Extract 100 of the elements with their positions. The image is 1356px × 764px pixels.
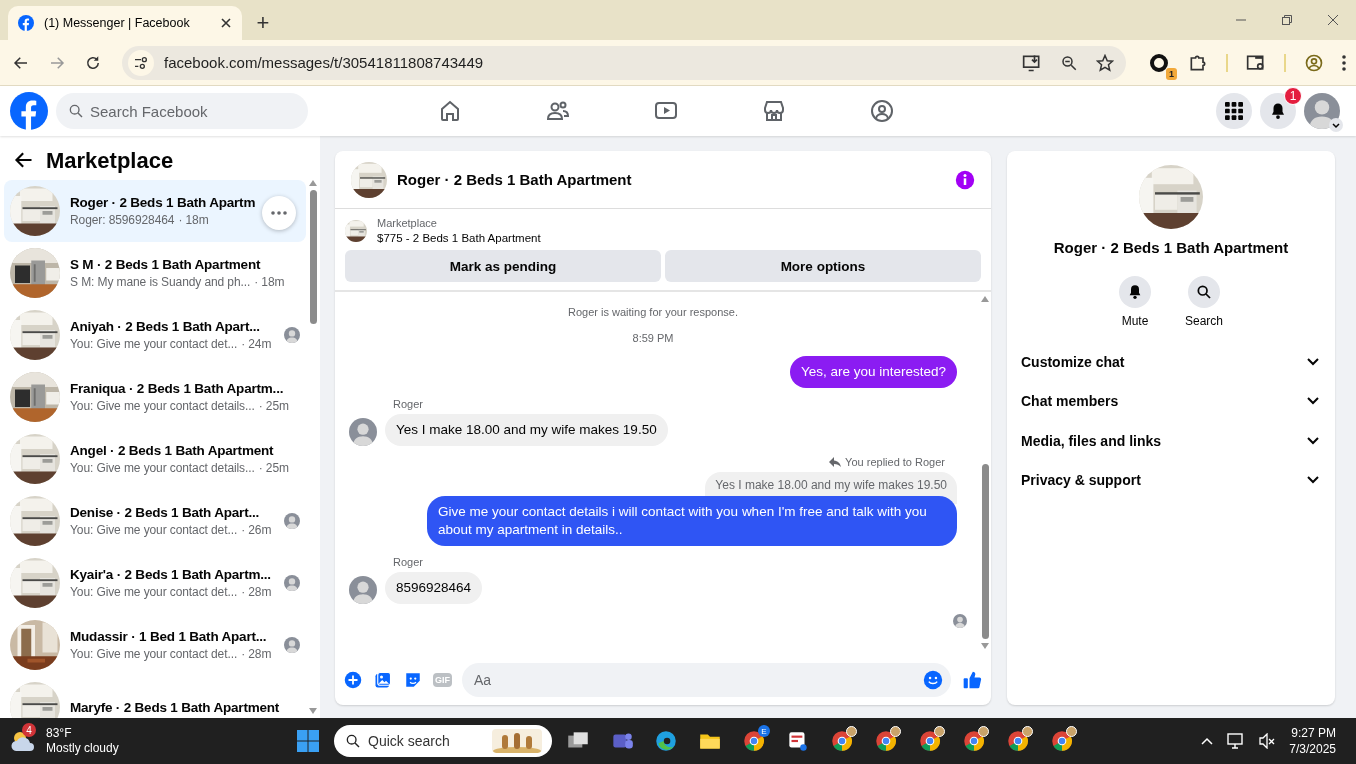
clock-date: 7/3/2025	[1289, 741, 1336, 757]
notification-badge: 1	[1284, 87, 1302, 105]
chevron-up-icon[interactable]	[1201, 737, 1214, 745]
conversation-name: Aniyah · 2 Beds 1 Bath Apart...	[70, 319, 261, 334]
sticker-button[interactable]	[403, 670, 423, 690]
sent-message: Yes, are you interested?	[789, 356, 957, 388]
more-icon	[271, 211, 287, 215]
seen-avatar	[284, 575, 300, 591]
message-time: · 28m	[241, 585, 272, 599]
message-timestamp: 8:59 PM	[632, 332, 674, 344]
thumbs-up-icon	[962, 670, 982, 690]
message-time: · 25m	[258, 399, 289, 413]
section-header[interactable]: Media, files and links	[1021, 421, 1321, 461]
scrollbar-thumb[interactable]	[309, 190, 317, 324]
message-preview: Roger: 8596928464	[70, 213, 175, 227]
conversation-name: Kyair'a · 2 Beds 1 Bath Apartm...	[70, 567, 272, 582]
facebook-logo-icon	[18, 15, 34, 31]
conversation-item[interactable]: Franiqua · 2 Beds 1 Bath Apartm... You: Give me your contact details... · 25m	[4, 366, 306, 428]
conversation-name: Denise · 2 Beds 1 Bath Apart...	[70, 505, 261, 520]
received-message: Yes I make 18.00 and my wife makes 19.50	[385, 414, 668, 446]
listing-action-button[interactable]: More options	[665, 250, 981, 282]
sticker-icon	[404, 671, 422, 689]
listing-action-button[interactable]: Mark as pending	[345, 250, 661, 282]
browser-icon	[653, 728, 679, 754]
conversation-item[interactable]: Kyair'a · 2 Beds 1 Bath Apartm... You: Give me your contact det... · 28m	[4, 552, 306, 614]
photo-button[interactable]	[373, 670, 393, 690]
action-button[interactable]	[1188, 276, 1220, 308]
section-header[interactable]: Privacy & support	[1021, 460, 1321, 500]
plus-icon	[344, 671, 362, 689]
search-icon	[345, 733, 361, 749]
bell-icon	[1127, 284, 1143, 300]
message-preview: S M: My mane is Suandy and ph...	[70, 275, 251, 289]
avatar	[349, 576, 377, 604]
like-button[interactable]	[961, 670, 983, 690]
extension-button[interactable]	[1148, 51, 1170, 74]
seen-avatar	[284, 327, 300, 343]
seen-avatar	[284, 513, 300, 529]
conversation-item[interactable]: Roger · 2 Beds 1 Bath Apartm Roger: 8596928464 · 18m	[4, 180, 306, 242]
browser-icon	[873, 728, 899, 754]
people-icon	[546, 99, 570, 123]
site-settings-icon	[133, 54, 149, 71]
notifications-button[interactable]	[1260, 93, 1296, 129]
star-icon[interactable]	[1096, 53, 1114, 72]
more-button[interactable]	[262, 196, 296, 230]
contact-title: Roger · 2 Beds 1 Bath Apartment	[1053, 239, 1289, 256]
search-icon	[68, 103, 84, 119]
image-icon	[374, 671, 392, 689]
zoom-out-icon[interactable]	[1060, 53, 1078, 72]
bell-icon	[1269, 102, 1287, 120]
browser-icon	[1049, 728, 1075, 754]
clock-time: 9:27 PM	[1291, 725, 1336, 741]
profile-badge	[1066, 726, 1077, 737]
close-icon	[1327, 14, 1339, 26]
emoji-icon[interactable]	[923, 670, 943, 690]
url-text: facebook.com/messages/t/30541811808743449	[164, 54, 485, 71]
menu-button[interactable]	[1216, 93, 1252, 129]
taskbar-app[interactable]: E	[736, 723, 772, 759]
conversation-item[interactable]: Aniyah · 2 Beds 1 Bath Apart... You: Give me your contact det... · 24m	[4, 304, 306, 366]
browser-icon	[961, 728, 987, 754]
chevron-down-icon	[1329, 118, 1343, 132]
reply-label: You replied to Roger	[845, 456, 945, 468]
add-button[interactable]	[343, 670, 363, 690]
conversation-item[interactable]: Mudassir · 1 Bed 1 Bath Apart... You: Give me your contact det... · 28m	[4, 614, 306, 676]
close-icon[interactable]	[220, 17, 232, 29]
conversation-name: Maryfe · 2 Beds 1 Bath Apartment	[70, 699, 281, 715]
message-preview: You: Give me your contact det...	[70, 337, 238, 351]
listing-label: Marketplace	[377, 217, 438, 229]
section-header[interactable]: Chat members	[1021, 381, 1321, 421]
new-tab-button[interactable]: +	[248, 8, 278, 38]
weather-condition: Mostly cloudy	[46, 741, 119, 756]
restore-icon	[1281, 14, 1293, 26]
browser-tab[interactable]: (1) Messenger | Facebook	[8, 6, 242, 40]
more-vertical-icon[interactable]	[1342, 53, 1346, 72]
profile-badge	[978, 726, 989, 737]
message-time: · 18m	[254, 275, 285, 289]
message-preview: You: Give me your contact details...	[70, 461, 255, 475]
speaker-muted-icon[interactable]	[1259, 733, 1276, 749]
extension-badge: 1	[1166, 67, 1177, 80]
scrollbar-thumb[interactable]	[981, 464, 989, 639]
conversation-name: S M · 2 Beds 1 Bath Apartment	[70, 257, 262, 272]
address-bar[interactable]: facebook.com/messages/t/30541811808743449	[122, 45, 1126, 80]
groups-icon	[870, 99, 894, 123]
conversation-item[interactable]: S M · 2 Beds 1 Bath Apartment S M: My mane is Suandy and ph... · 18m	[4, 242, 306, 304]
message-field[interactable]: Aa	[462, 663, 951, 697]
action-button[interactable]	[1119, 276, 1151, 308]
message-preview: You: Give me your contact det...	[70, 647, 238, 661]
app-badge: E	[758, 725, 770, 737]
info-icon[interactable]	[955, 169, 975, 190]
sender-name: Roger	[393, 398, 424, 410]
scroll-down-icon	[981, 643, 989, 649]
message-time: · 18m	[178, 213, 209, 227]
section-header[interactable]: Customize chat	[1021, 342, 1321, 382]
avatar	[349, 418, 377, 446]
network-icon[interactable]	[1227, 733, 1246, 749]
message-time: · 26m	[241, 523, 272, 537]
search-field[interactable]: Search Facebook	[56, 93, 308, 129]
conversation-item[interactable]: Angel · 2 Beds 1 Bath Apartment You: Give me your contact details... · 25m	[4, 428, 306, 490]
account-button[interactable]	[1304, 93, 1340, 129]
conversation-item[interactable]: Denise · 2 Beds 1 Bath Apart... You: Give me your contact det... · 26m	[4, 490, 306, 552]
profile-icon[interactable]	[1304, 52, 1324, 73]
